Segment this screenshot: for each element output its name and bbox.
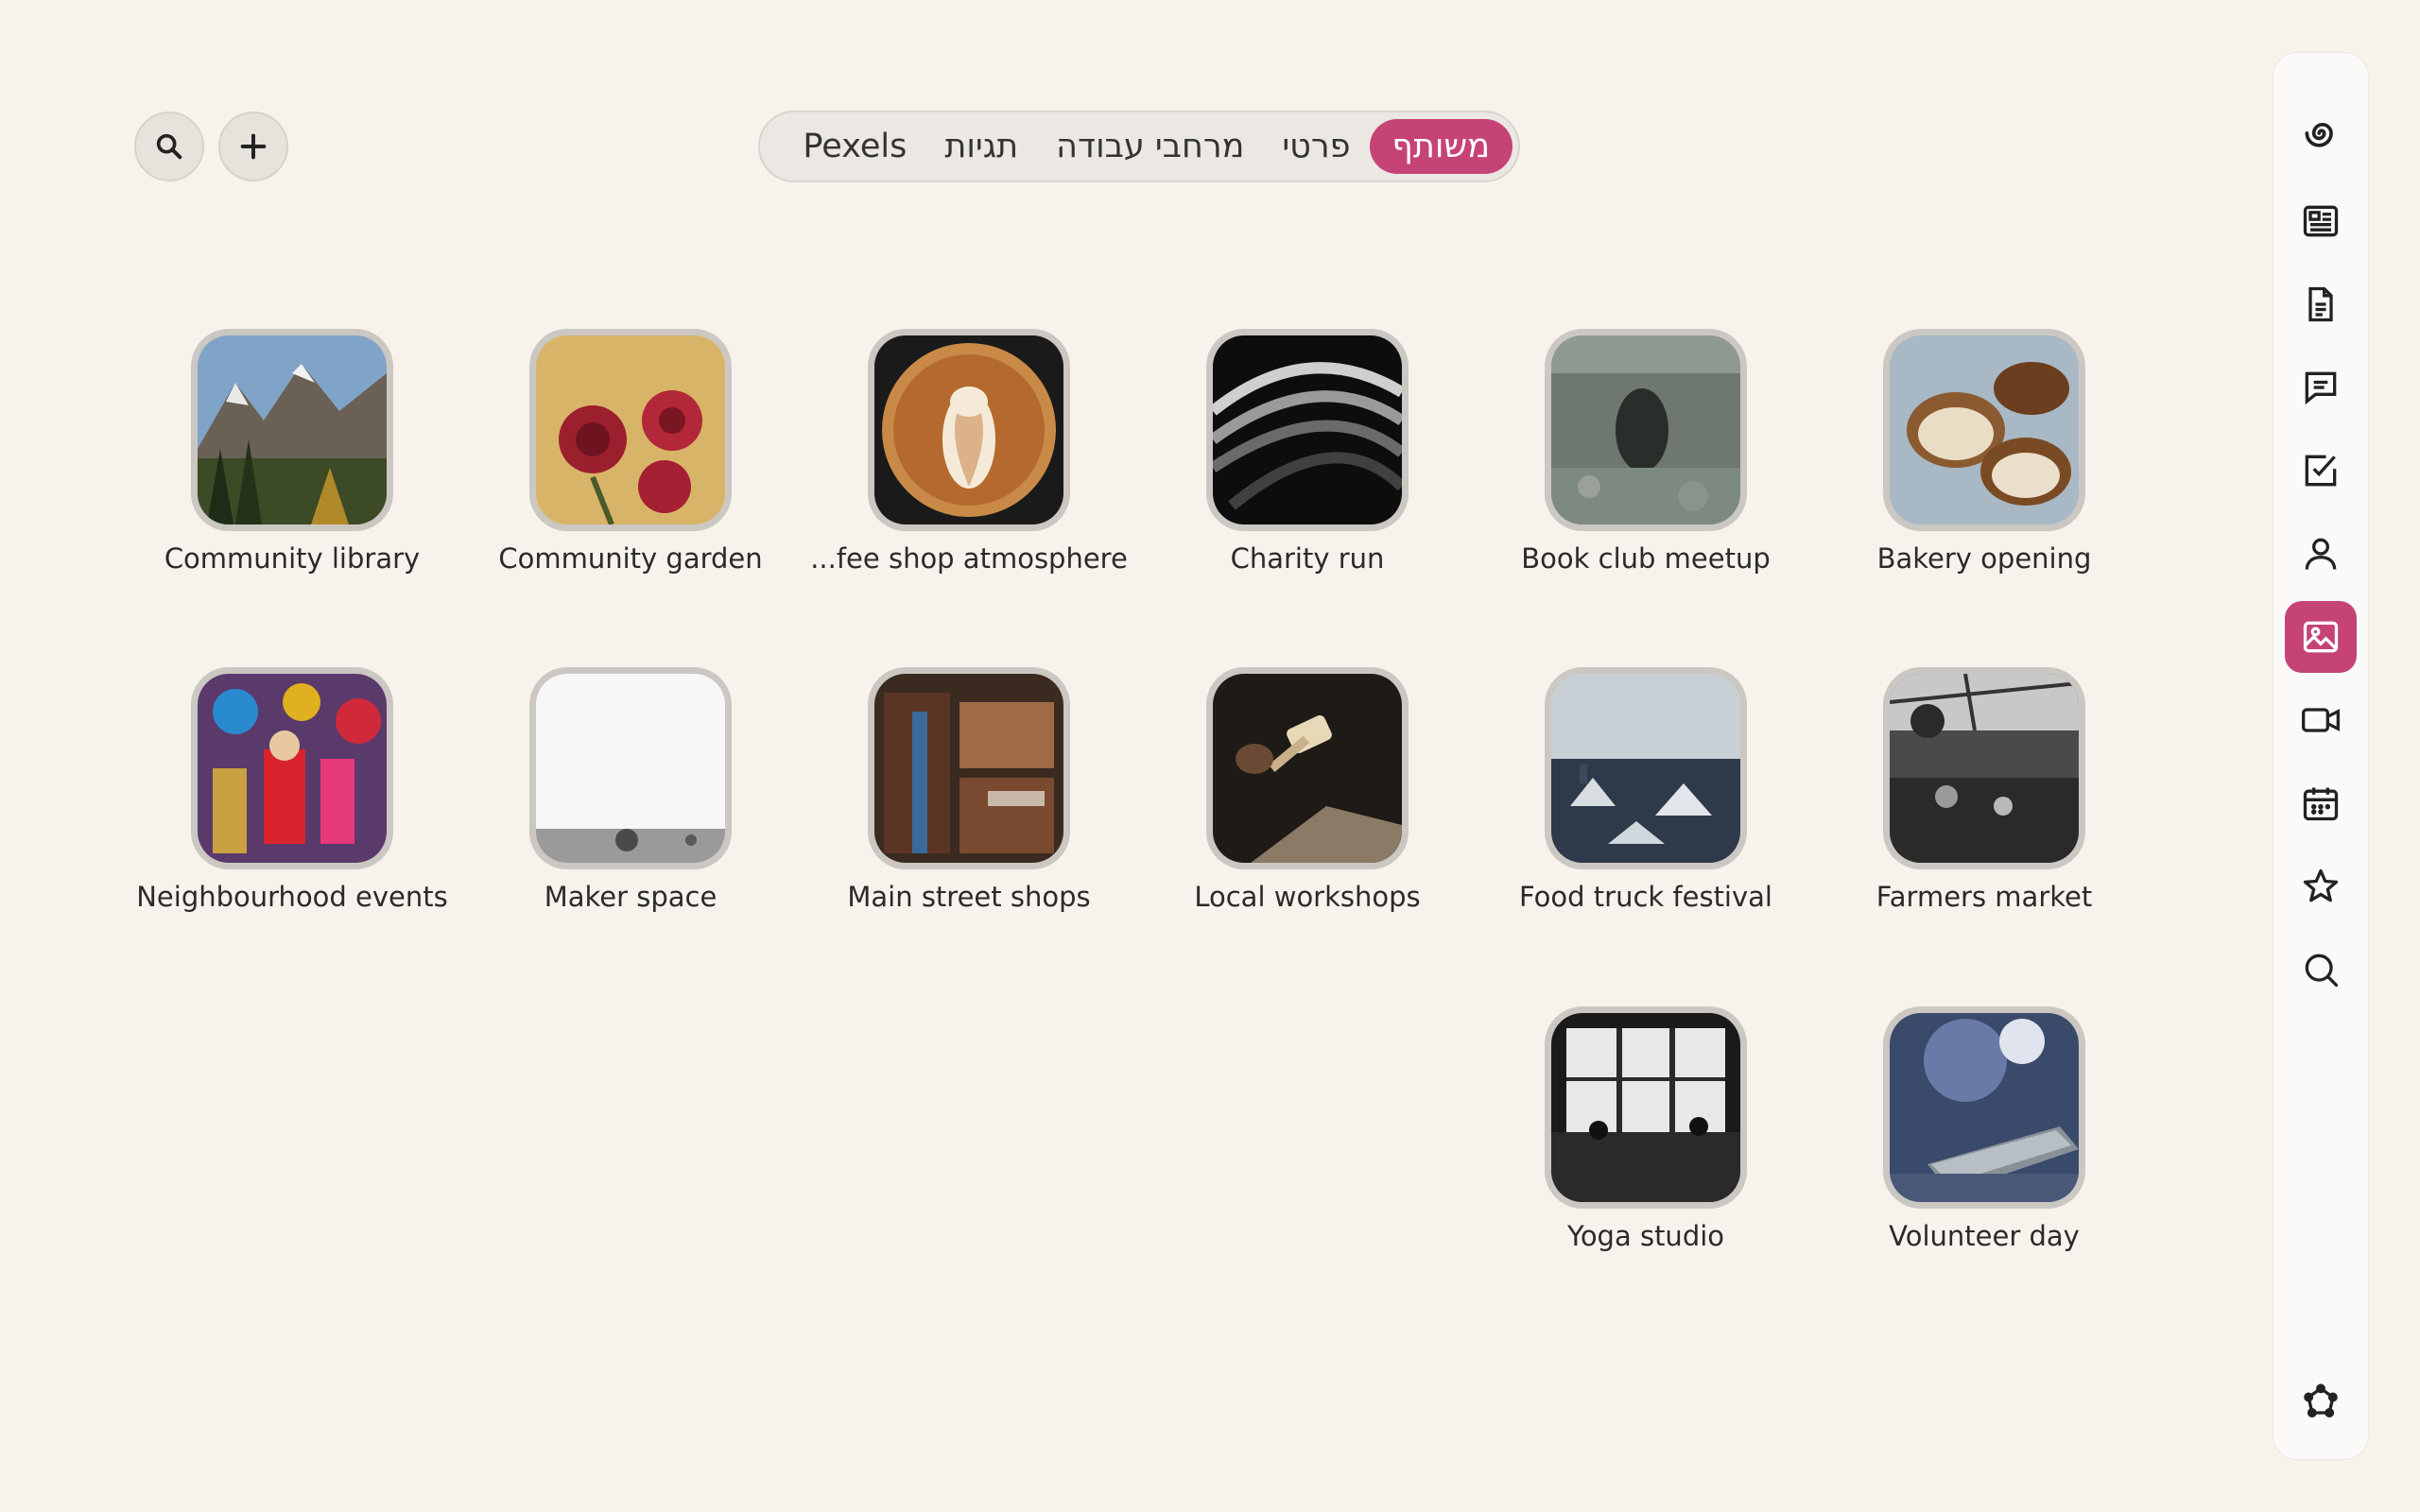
album-label: Yoga studio bbox=[1566, 1220, 1725, 1252]
album-label: Bakery opening bbox=[1876, 542, 2092, 575]
calendar-icon[interactable] bbox=[2285, 767, 2357, 839]
album-label: Maker space bbox=[544, 881, 717, 913]
image-icon[interactable] bbox=[2285, 601, 2357, 673]
album-thumbnail bbox=[1545, 1006, 1747, 1209]
album-thumbnail bbox=[529, 329, 732, 531]
search-icon bbox=[156, 133, 182, 160]
album-thumbnail bbox=[529, 667, 732, 869]
album-thumbnail bbox=[1545, 667, 1747, 869]
document-icon[interactable] bbox=[2285, 268, 2357, 340]
album-thumbnail bbox=[1206, 329, 1409, 531]
tab-private[interactable]: פרטי bbox=[1263, 119, 1369, 174]
search-icon[interactable] bbox=[2285, 934, 2357, 1005]
album-label: Food truck festival bbox=[1519, 881, 1772, 913]
news-icon[interactable] bbox=[2285, 185, 2357, 257]
tab-tags[interactable]: תגיות bbox=[925, 119, 1037, 174]
settings-icon[interactable] bbox=[2285, 1366, 2357, 1438]
chat-icon[interactable] bbox=[2285, 352, 2357, 423]
tab-bar: משותף פרטי מרחבי עבודה תגיות Pexels bbox=[758, 111, 1520, 182]
video-icon[interactable] bbox=[2285, 684, 2357, 756]
album-label: Community garden bbox=[498, 542, 763, 575]
album-label: Community library bbox=[164, 542, 421, 575]
album-thumbnail bbox=[191, 667, 393, 869]
album-label: Volunteer day bbox=[1889, 1220, 2080, 1252]
album-label: ...fee shop atmosphere bbox=[810, 542, 1128, 575]
checkbox-icon[interactable] bbox=[2285, 435, 2357, 507]
album-thumbnail bbox=[1206, 667, 1409, 869]
logo-swirl-icon[interactable] bbox=[2285, 97, 2357, 169]
tab-workspaces[interactable]: מרחבי עבודה bbox=[1037, 119, 1263, 174]
album-thumbnail bbox=[868, 329, 1070, 531]
album-thumbnail bbox=[1883, 329, 2085, 531]
tab-pexels[interactable]: Pexels bbox=[784, 119, 925, 174]
album-thumbnail bbox=[1545, 329, 1747, 531]
album-label: Book club meetup bbox=[1521, 542, 1771, 575]
album-label: Charity run bbox=[1230, 542, 1385, 575]
star-icon[interactable] bbox=[2285, 850, 2357, 922]
person-icon[interactable] bbox=[2285, 518, 2357, 590]
album-label: Farmers market bbox=[1876, 881, 2093, 913]
album-thumbnail bbox=[1883, 667, 2085, 869]
add-button[interactable] bbox=[218, 112, 288, 181]
album-thumbnail bbox=[1883, 1006, 2085, 1209]
app-sidebar bbox=[2273, 52, 2369, 1460]
album-label: Local workshops bbox=[1194, 881, 1421, 913]
album-thumbnail bbox=[191, 329, 393, 531]
album-label: Main street shops bbox=[847, 881, 1091, 913]
plus-icon bbox=[240, 133, 267, 160]
album-thumbnail bbox=[868, 667, 1070, 869]
album-label: Neighbourhood events bbox=[136, 881, 448, 913]
tab-shared[interactable]: משותף bbox=[1369, 119, 1512, 174]
search-button[interactable] bbox=[134, 112, 204, 181]
